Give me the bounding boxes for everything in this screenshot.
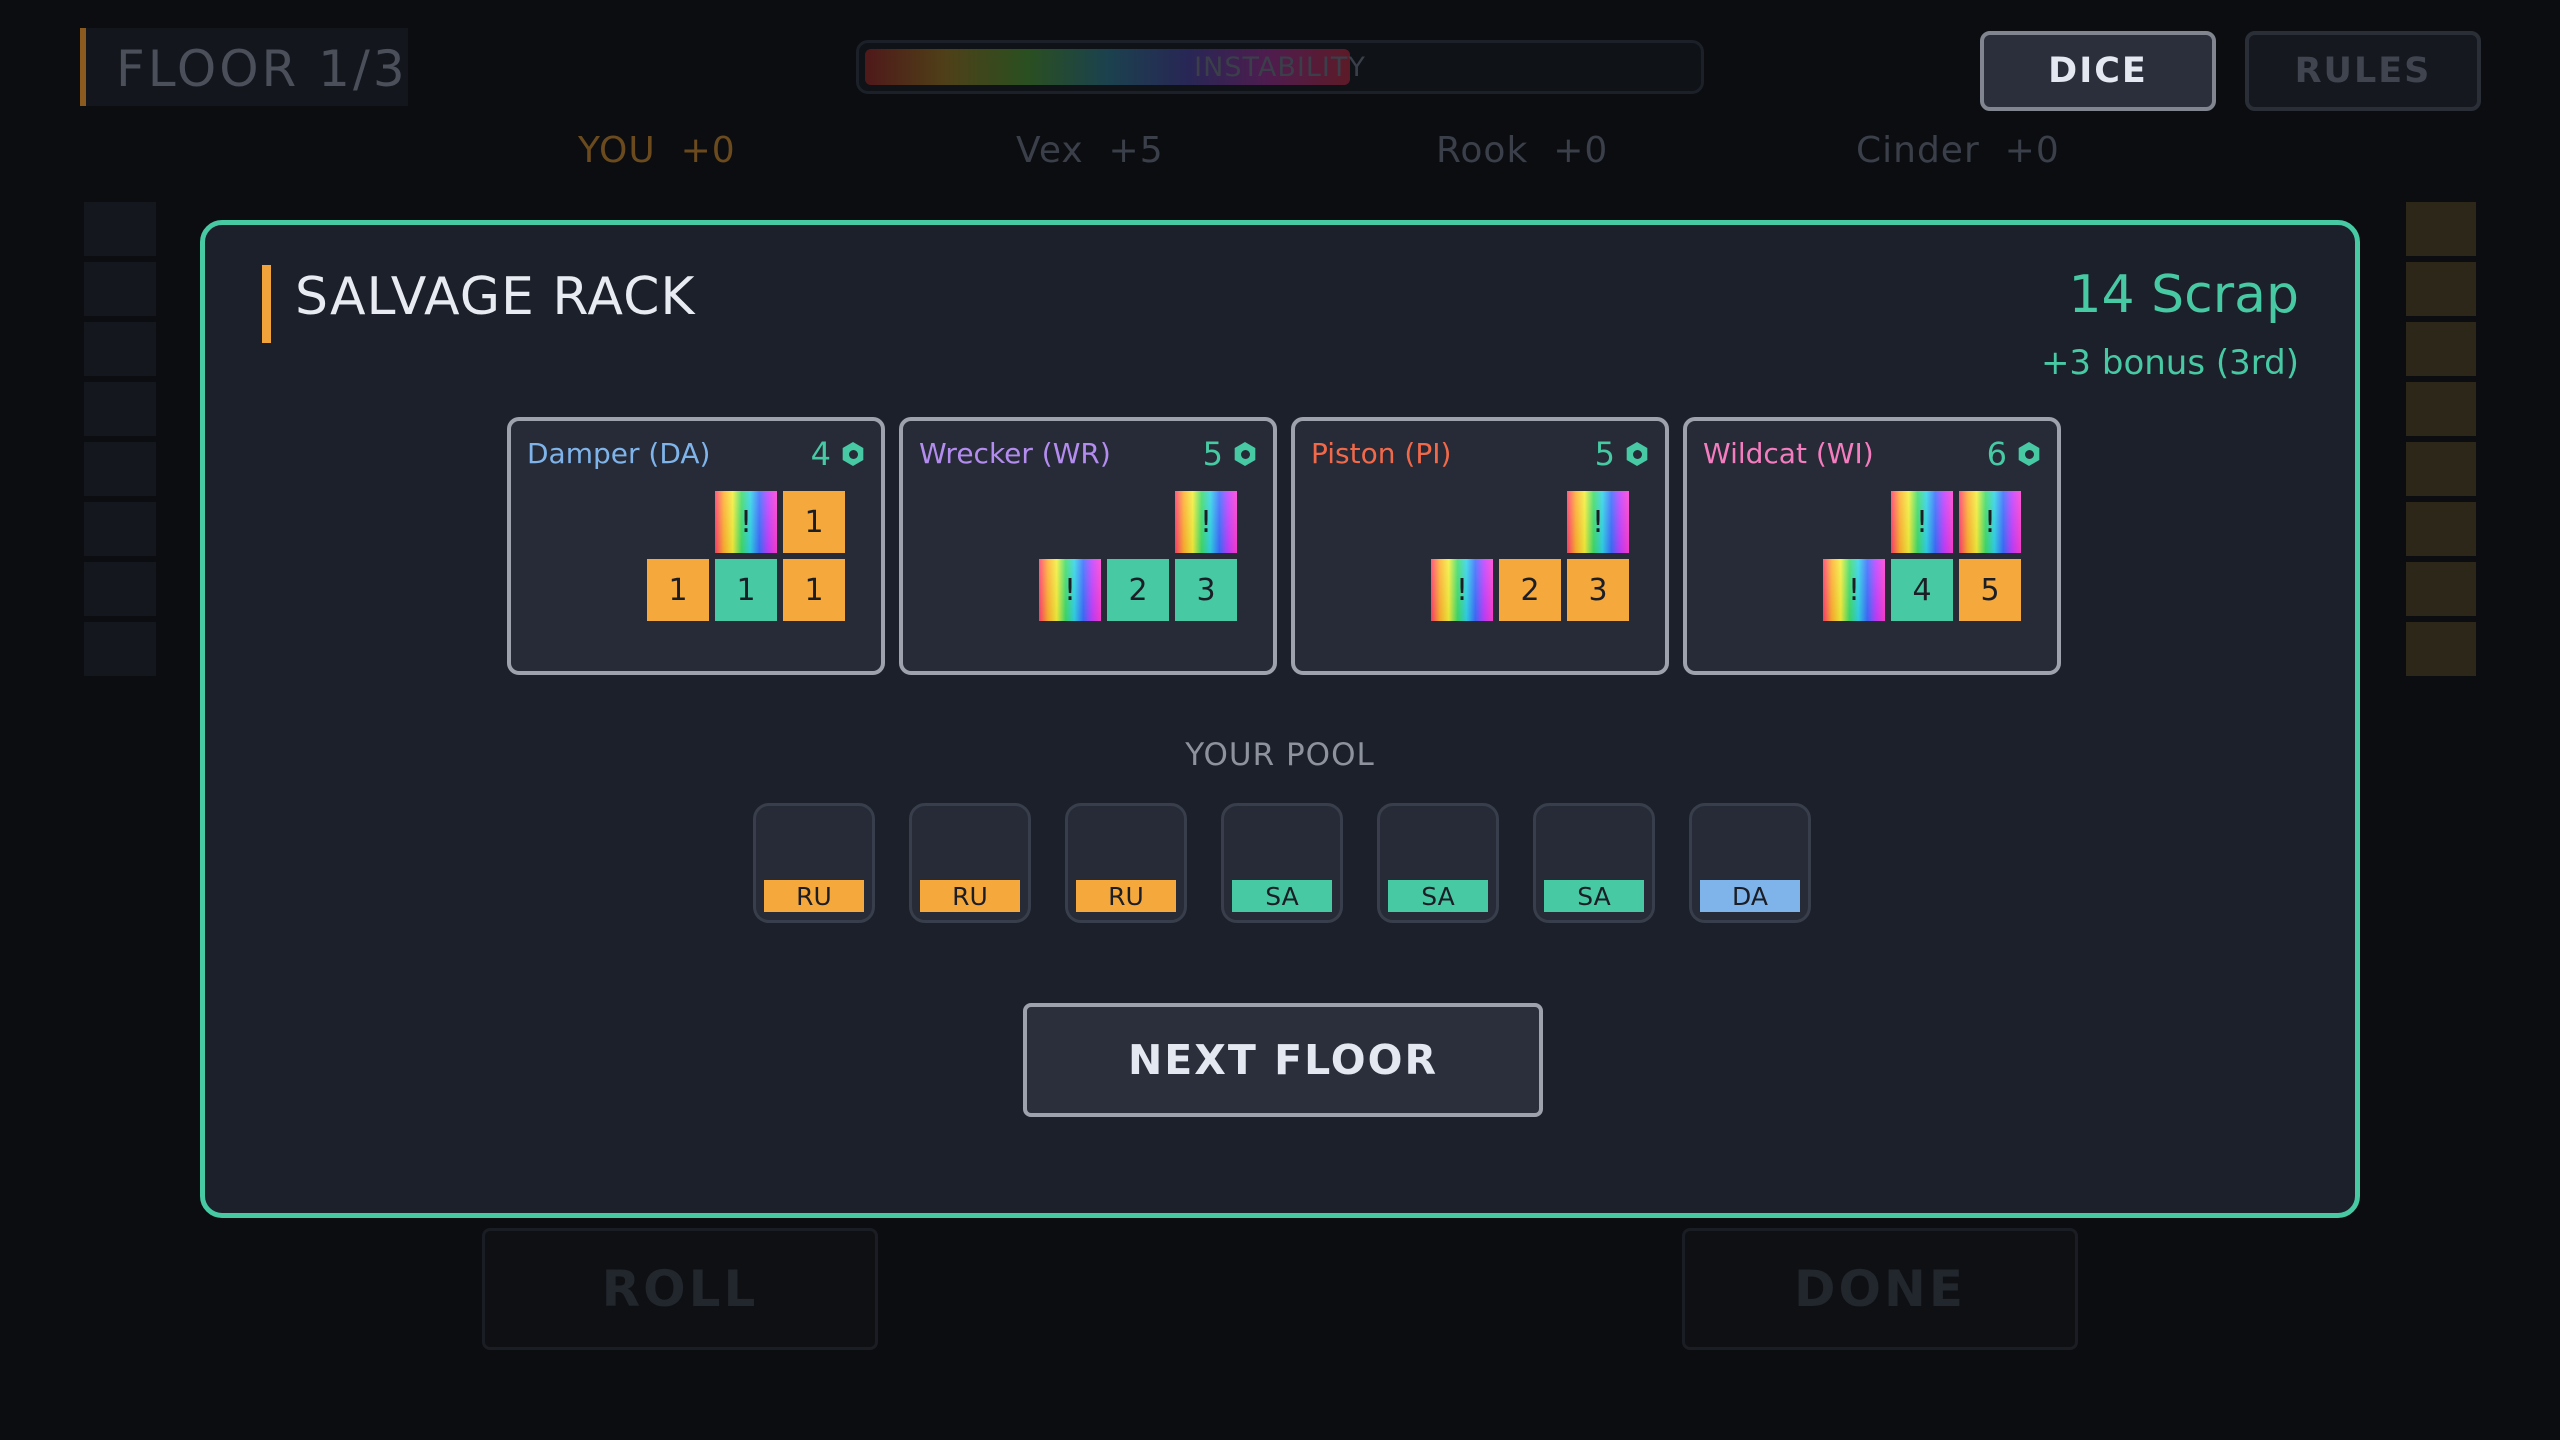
grid-cell	[84, 502, 156, 556]
player-name: YOU	[578, 130, 656, 171]
card-name: Wildcat (WI)	[1703, 437, 1874, 470]
scrap-bonus: +3 bonus (3rd)	[2040, 343, 2299, 383]
scrap-counter: 14 Scrap	[2068, 265, 2299, 325]
wild-die-face: !	[1431, 559, 1493, 621]
player-vex: Vex +5	[1016, 130, 1164, 171]
die-face: 1	[715, 559, 777, 621]
wild-die-face: !	[1959, 491, 2021, 553]
grid-cell	[2406, 202, 2476, 256]
die-face: 3	[1175, 559, 1237, 621]
grid-cell	[2406, 622, 2476, 676]
grid-cell	[84, 382, 156, 436]
pool-die-label: SA	[1388, 880, 1488, 912]
grid-cell	[2406, 322, 2476, 376]
player-you: YOU +0	[578, 130, 736, 171]
grid-cell	[2406, 442, 2476, 496]
card-cost-value: 5	[1594, 435, 1615, 473]
player-score: +5	[1108, 130, 1164, 171]
grid-cell	[84, 262, 156, 316]
wild-die-face: !	[1891, 491, 1953, 553]
player-name: Rook	[1436, 130, 1529, 171]
scrap-icon	[1234, 442, 1256, 466]
wild-die-face: !	[1175, 491, 1237, 553]
pool-die[interactable]: SA	[1377, 803, 1499, 923]
wild-die-face: !	[1567, 491, 1629, 553]
card-name: Piston (PI)	[1311, 437, 1452, 470]
grid-cell	[84, 622, 156, 676]
salvage-card[interactable]: Wildcat (WI) 6!!! 4 5	[1683, 417, 2061, 675]
pool-die[interactable]: RU	[753, 803, 875, 923]
instability-meter: INSTABILITY	[856, 40, 1704, 94]
grid-cell	[2406, 262, 2476, 316]
next-floor-button[interactable]: NEXT FLOOR	[1023, 1003, 1543, 1117]
pool-die[interactable]: SA	[1533, 803, 1655, 923]
done-button: DONE	[1682, 1228, 2078, 1350]
salvage-rack-dialog: SALVAGE RACK 14 Scrap +3 bonus (3rd) Dam…	[200, 220, 2360, 1218]
pool-die-label: RU	[920, 880, 1020, 912]
pool-die[interactable]: RU	[1065, 803, 1187, 923]
grid-cell	[84, 442, 156, 496]
wild-die-face: !	[715, 491, 777, 553]
die-face: 2	[1499, 559, 1561, 621]
card-cost: 6	[1987, 435, 2041, 473]
title-accent-bar	[262, 265, 271, 343]
salvage-card[interactable]: Wrecker (WR) 5!! 2 3	[899, 417, 1277, 675]
die-face: 1	[783, 491, 845, 553]
die-face: 1	[783, 559, 845, 621]
dice-button[interactable]: DICE	[1980, 31, 2216, 111]
rules-button[interactable]: RULES	[2245, 31, 2481, 111]
die-face: 4	[1891, 559, 1953, 621]
player-cinder: Cinder +0	[1856, 130, 2060, 171]
pool-die-label: SA	[1544, 880, 1644, 912]
die-face: 3	[1567, 559, 1629, 621]
card-cost-value: 4	[810, 435, 831, 473]
card-cost-value: 6	[1986, 435, 2007, 473]
scrap-icon	[842, 442, 864, 466]
player-score: +0	[2004, 130, 2060, 171]
salvage-card[interactable]: Damper (DA) 4! 1 1 1 1	[507, 417, 885, 675]
scrap-icon	[2018, 442, 2040, 466]
die-face: 1	[647, 559, 709, 621]
player-name: Cinder	[1856, 130, 1980, 171]
floor-indicator: FLOOR 1/3	[80, 28, 408, 106]
pool-die-label: DA	[1700, 880, 1800, 912]
card-name: Wrecker (WR)	[919, 437, 1111, 470]
grid-cell	[2406, 502, 2476, 556]
die-face: 2	[1107, 559, 1169, 621]
pool-die-label: RU	[764, 880, 864, 912]
dialog-title: SALVAGE RACK	[295, 267, 696, 327]
pool-die[interactable]: SA	[1221, 803, 1343, 923]
grid-cell	[84, 562, 156, 616]
instability-label: INSTABILITY	[1194, 52, 1366, 83]
grid-cell	[2406, 562, 2476, 616]
card-cost: 5	[1203, 435, 1257, 473]
grid-cell	[84, 322, 156, 376]
die-face: 5	[1959, 559, 2021, 621]
player-score: +0	[680, 130, 736, 171]
scrap-icon	[1626, 442, 1648, 466]
pool-die[interactable]: RU	[909, 803, 1031, 923]
card-cost: 5	[1595, 435, 1649, 473]
grid-cell	[84, 202, 156, 256]
pool-title: YOUR POOL	[1185, 737, 1375, 773]
player-rook: Rook +0	[1436, 130, 1608, 171]
wild-die-face: !	[1823, 559, 1885, 621]
salvage-card[interactable]: Piston (PI) 5!! 2 3	[1291, 417, 1669, 675]
roll-button: ROLL	[482, 1228, 878, 1350]
pool-die[interactable]: DA	[1689, 803, 1811, 923]
pool-die-label: RU	[1076, 880, 1176, 912]
pool-die-label: SA	[1232, 880, 1332, 912]
card-cost-value: 5	[1202, 435, 1223, 473]
card-cost: 4	[811, 435, 865, 473]
grid-cell	[2406, 382, 2476, 436]
player-name: Vex	[1016, 130, 1084, 171]
player-score: +0	[1553, 130, 1609, 171]
floor-label: FLOOR 1/3	[116, 40, 408, 98]
card-name: Damper (DA)	[527, 437, 711, 470]
wild-die-face: !	[1039, 559, 1101, 621]
